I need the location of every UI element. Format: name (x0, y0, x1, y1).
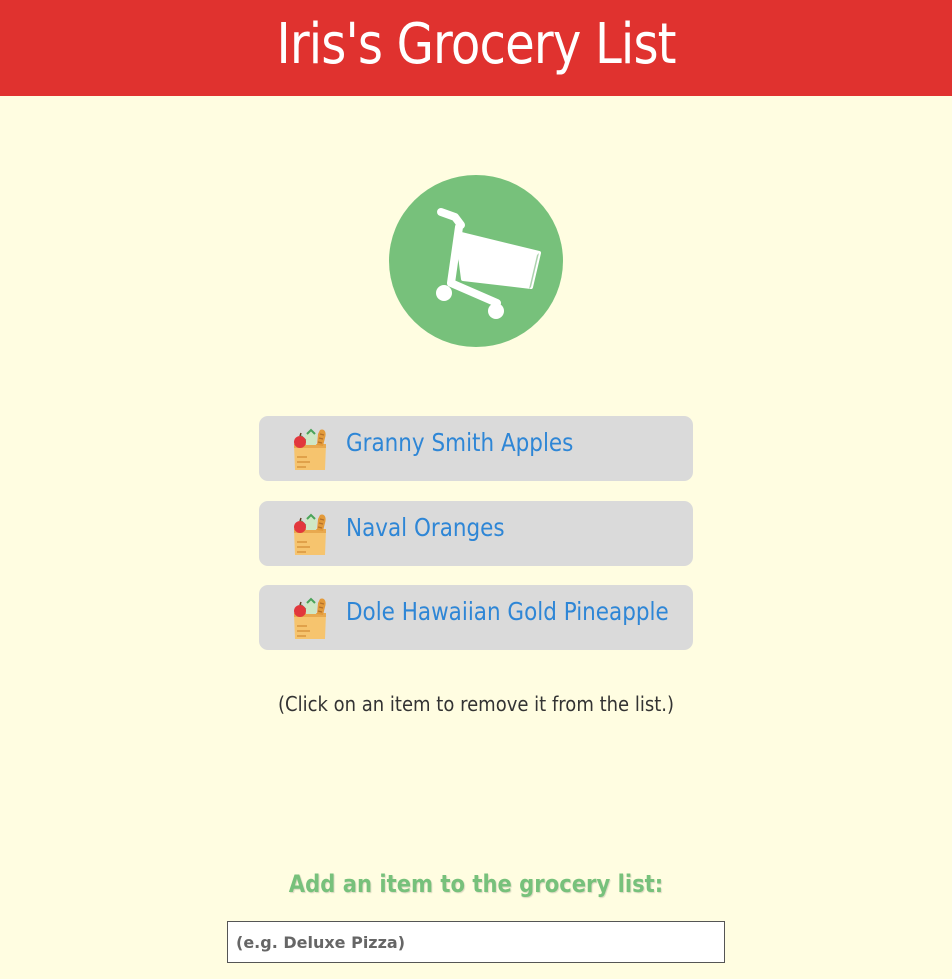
list-item-label: Dole Hawaiian Gold Pineapple (346, 597, 669, 626)
list-item[interactable]: Naval Oranges (259, 501, 693, 566)
grocery-bag-icon (294, 513, 326, 555)
list-item[interactable]: Granny Smith Apples (259, 416, 693, 481)
grocery-bag-icon (294, 428, 326, 470)
add-item-heading: Add an item to the grocery list: (288, 870, 664, 898)
list-item-label: Naval Oranges (346, 513, 505, 542)
list-item[interactable]: Dole Hawaiian Gold Pineapple (259, 585, 693, 650)
grocery-list: Granny Smith Apples Naval Oranges Dole H… (259, 416, 693, 670)
page-title: Iris's Grocery List (276, 12, 676, 77)
add-item-input[interactable] (227, 921, 725, 963)
shopping-cart-logo (389, 175, 563, 347)
grocery-bag-icon (294, 597, 326, 639)
remove-hint: (Click on an item to remove it from the … (277, 692, 675, 716)
page-header: Iris's Grocery List (0, 0, 952, 96)
list-item-label: Granny Smith Apples (346, 428, 574, 457)
shopping-cart-icon (436, 208, 541, 319)
